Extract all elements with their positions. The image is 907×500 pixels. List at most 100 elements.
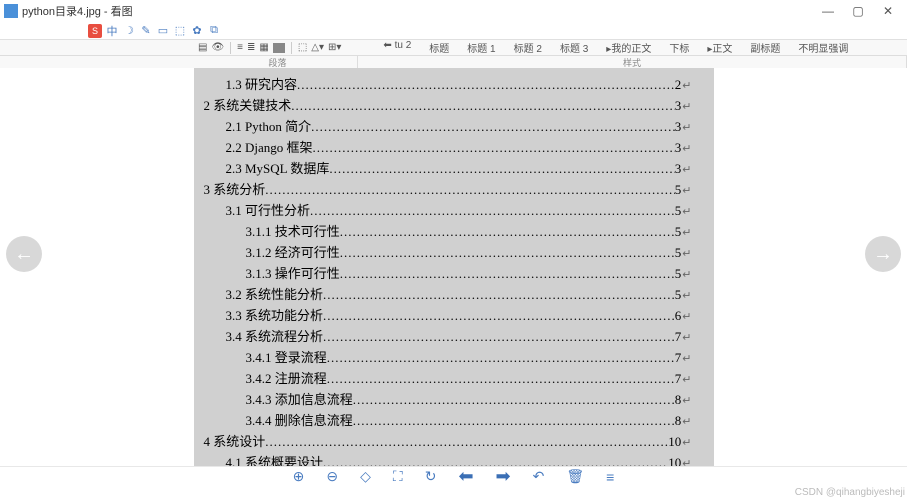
minimize-button[interactable]: — [813,4,843,18]
toc-label: 2.2 Django 框架 [226,137,313,156]
next-icon[interactable]: ➡ [496,466,511,487]
paragraph-mark-icon: ↵ [682,247,691,260]
toc-label: 3.4.1 登录流程 [246,347,327,366]
toc-dots: ........................................… [313,140,675,156]
paragraph-mark-icon: ↵ [682,226,691,239]
toc-row: 2.3 MySQL 数据库...........................… [204,158,692,179]
fill-icon[interactable] [273,43,285,53]
indent-icon[interactable]: ⬚ [298,42,307,53]
maximize-button[interactable]: ▢ [843,4,873,18]
ime-lang-icon[interactable]: 中 [105,24,119,38]
toc-dots: ........................................… [310,203,675,219]
eye-icon[interactable]: 👁 [211,42,224,53]
toc-label: 2.3 MySQL 数据库 [226,158,330,177]
toc-dots: ........................................… [297,77,675,93]
toc-page-number: 5 [675,266,682,282]
paragraph-mark-icon: ↵ [682,352,691,365]
toc-row: 3.2 系统性能分析..............................… [204,284,692,305]
toc-page-number: 2 [675,77,682,93]
toc-dots: ........................................… [340,266,675,282]
list-icon[interactable]: ▤ [198,42,207,53]
align-icon[interactable]: ▦ [259,42,268,53]
paragraph-mark-icon: ↵ [682,310,691,323]
toc-page-number: 3 [675,140,682,156]
toc-page-number: 7 [675,350,682,366]
viewer-toolbar: ⊕ ⊖ ◇ ⛶ ↻ ⬅ ➡ ↶ 🗑 ≡ [0,466,907,486]
ime-copy-icon[interactable]: ⧉ [207,24,221,38]
undo-icon[interactable]: ↶ [533,468,545,485]
paragraph-mark-icon: ↵ [682,205,691,218]
paragraph-mark-icon: ↵ [682,415,691,428]
paragraph-mark-icon: ↵ [682,394,691,407]
sort-icon[interactable]: ⊞▾ [328,42,341,53]
close-button[interactable]: ✕ [873,4,903,18]
toc-row: 3.1.1 技术可行性.............................… [204,221,692,242]
delete-icon[interactable]: 🗑 [566,468,584,485]
ime-box-icon[interactable]: ⬚ [173,24,187,38]
style-option[interactable]: 标题 3 [558,40,590,55]
toc-page-number: 5 [675,182,682,198]
style-option[interactable]: 不明显强调 [796,40,850,55]
prev-icon[interactable]: ⬅ [458,466,473,487]
toc-label: 3.1 可行性分析 [226,200,311,219]
toc-label: 3.4 系统流程分析 [226,326,324,345]
toc-label: 3.1.3 操作可行性 [246,263,340,282]
paragraph-mark-icon: ↵ [682,373,691,386]
toc-row: 4 系统设计..................................… [204,431,692,452]
ime-flower-icon[interactable]: ✿ [190,24,204,38]
paragraph-mark-icon: ↵ [682,268,691,281]
toc-page-number: 5 [675,224,682,240]
toc-dots: ........................................… [327,371,675,387]
section-paragraph: 段落 [198,56,358,68]
toc-dots: ........................................… [311,119,675,135]
toc-row: 3.4.3 添加信息流程............................… [204,389,692,410]
outdent-icon[interactable]: △▾ [311,42,324,53]
watermark: CSDN @qihangbiyesheji [0,486,907,500]
toc-page-number: 10 [668,434,681,450]
section-styles: 样式 [358,56,907,68]
number-list-icon[interactable]: ≣ [247,42,255,53]
toc-row: 3.3 系统功能分析..............................… [204,305,692,326]
ime-keyboard-icon[interactable]: ▭ [156,24,170,38]
style-option[interactable]: 标题 [427,40,451,55]
toc-row: 2.1 Python 简介...........................… [204,116,692,137]
toc-dots: ........................................… [353,413,675,429]
style-option[interactable]: ⬅ tu 2 [381,40,413,55]
window-title: python目录4.jpg - 看图 [22,3,133,19]
prev-image-button[interactable]: ← [6,236,42,272]
app-icon [4,4,18,18]
toc-row: 2 系统关键技术................................… [204,95,692,116]
bullet-list-icon[interactable]: ≡ [237,42,243,53]
toc-page-number: 5 [675,287,682,303]
zoom-out-icon[interactable]: ⊖ [326,468,338,485]
style-option[interactable]: 标题 1 [465,40,497,55]
fullscreen-icon[interactable]: ⛶ [393,468,403,485]
fit-icon[interactable]: ◇ [360,468,371,485]
toc-page-number: 7 [675,371,682,387]
style-gallery: ⬅ tu 2 标题标题 1 标题 2 标题 3 ▸我的正文下标 ▸正文副标题不明显强调 [381,40,850,55]
toc-row: 1.3 研究内容................................… [204,74,692,95]
zoom-in-icon[interactable]: ⊕ [293,468,305,485]
ime-badge-icon[interactable]: S [88,24,102,38]
style-option[interactable]: ▸我的正文 [604,40,653,55]
style-option[interactable]: 标题 2 [512,40,544,55]
style-option[interactable]: ▸正文 [705,40,734,55]
toc-row: 3.4.2 注册流程..............................… [204,368,692,389]
ime-edit-icon[interactable]: ✎ [139,24,153,38]
paragraph-mark-icon: ↵ [682,436,691,449]
ime-moon-icon[interactable]: ☽ [122,24,136,38]
toc-label: 2 系统关键技术 [204,95,292,114]
style-option[interactable]: 下标 [667,40,691,55]
style-option[interactable]: 副标题 [748,40,782,55]
paragraph-mark-icon: ↵ [682,289,691,302]
toc-dots: ........................................… [265,434,668,450]
menu-icon[interactable]: ≡ [606,469,614,485]
toc-page-number: 3 [675,161,682,177]
toc-label: 3.3 系统功能分析 [226,305,324,324]
toc-label: 3.2 系统性能分析 [226,284,324,303]
rotate-icon[interactable]: ↻ [425,468,437,485]
next-image-button[interactable]: → [865,236,901,272]
toc-page-number: 10 [668,455,681,466]
toc-row: 3.1.3 操作可行性.............................… [204,263,692,284]
paragraph-mark-icon: ↵ [682,184,691,197]
